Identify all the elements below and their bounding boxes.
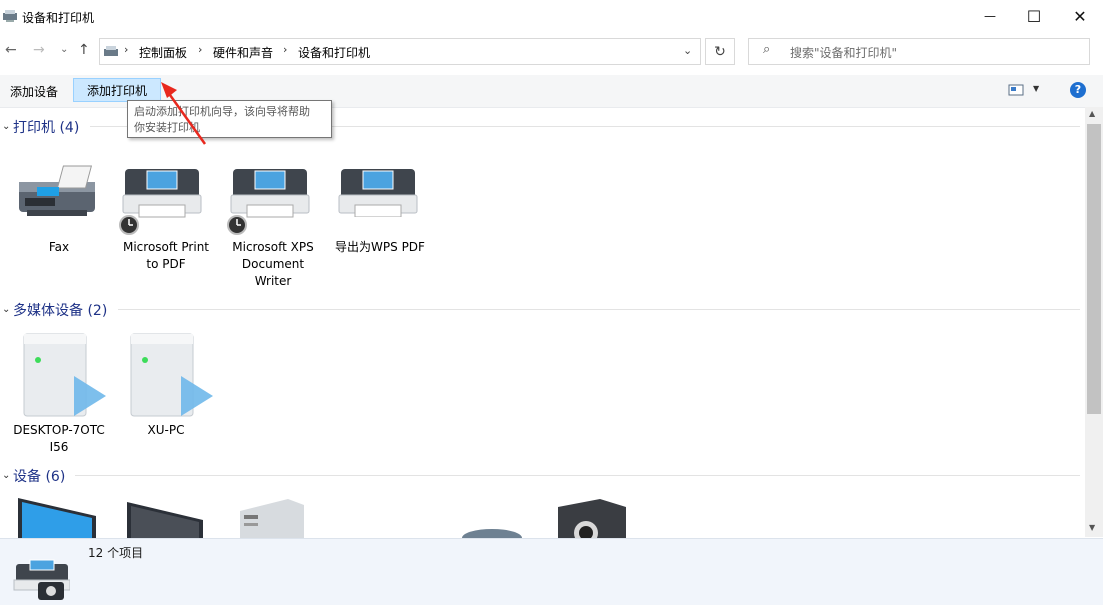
device-label-ms-xps: Microsoft XPS Document Writer — [232, 240, 314, 288]
scroll-up-icon[interactable]: ▲ — [1089, 109, 1095, 118]
scrollbar-thumb[interactable] — [1087, 124, 1101, 414]
chevron-right-icon[interactable]: › — [198, 43, 202, 56]
printer-icon[interactable] — [335, 165, 421, 217]
breadcrumb-devices-printers[interactable]: 设备和打印机 — [298, 44, 370, 61]
group-divider — [75, 475, 1080, 476]
maximize-button[interactable]: ☐ — [1011, 0, 1057, 32]
group-title-printers[interactable]: 打印机 (4) — [13, 117, 79, 137]
view-dropdown-icon[interactable]: ▼ — [1033, 84, 1039, 93]
devices-printers-icon — [3, 10, 17, 22]
device-label-wps-pdf: 导出为WPS PDF — [335, 240, 425, 254]
collapse-chevron-icon[interactable]: ⌄ — [2, 470, 10, 481]
annotation-arrow-icon — [161, 82, 207, 145]
search-placeholder: 搜索"设备和打印机" — [790, 46, 898, 60]
maximize-icon: ☐ — [1026, 6, 1042, 26]
chevron-right-icon[interactable]: › — [124, 43, 128, 56]
group-title-media[interactable]: 多媒体设备 (2) — [13, 300, 107, 320]
device-label-xu-pc: XU-PC — [147, 423, 185, 437]
breadcrumb-control-panel[interactable]: 控制面板 — [139, 44, 187, 61]
search-icon: ⌕ — [763, 42, 771, 57]
control-panel-icon — [104, 46, 118, 56]
mouse-icon[interactable] — [460, 528, 524, 538]
printer-icon[interactable] — [227, 165, 313, 237]
collapse-chevron-icon[interactable]: ⌄ — [2, 304, 10, 315]
up-arrow-icon[interactable]: ↑ — [78, 42, 90, 58]
minimize-button[interactable]: — — [967, 0, 1013, 32]
devices-printers-icon — [13, 559, 70, 600]
close-button[interactable]: ✕ — [1057, 0, 1103, 32]
item-count: 12 个项目 — [88, 546, 144, 560]
title-bar — [0, 0, 1103, 32]
monitor-icon[interactable] — [16, 496, 100, 538]
scroll-down-icon[interactable]: ▼ — [1089, 523, 1095, 532]
view-options-icon[interactable] — [1008, 84, 1024, 96]
breadcrumb-hardware-sound[interactable]: 硬件和声音 — [213, 44, 273, 61]
add-printer-label: 添加打印机 — [86, 83, 147, 98]
help-button[interactable]: ? — [1070, 82, 1086, 98]
monitor-icon[interactable] — [125, 500, 205, 538]
fax-icon[interactable] — [15, 160, 101, 222]
speaker-icon[interactable] — [556, 497, 628, 538]
refresh-icon: ↻ — [714, 43, 726, 60]
printer-icon[interactable] — [119, 165, 205, 237]
group-divider — [118, 309, 1080, 310]
back-arrow-icon[interactable]: ← — [5, 42, 17, 58]
device-label-desktop: DESKTOP-7OTC I56 — [13, 423, 105, 454]
media-server-icon[interactable] — [20, 330, 110, 422]
device-label-fax: Fax — [48, 240, 70, 254]
add-printer-button[interactable]: 添加打印机 — [73, 78, 161, 102]
forward-arrow-icon[interactable]: → — [33, 42, 45, 58]
address-bar[interactable] — [99, 38, 701, 65]
device-label-ms-print-pdf: Microsoft Print to PDF — [122, 240, 210, 271]
minimize-icon: — — [984, 9, 996, 23]
add-device-button[interactable]: 添加设备 — [10, 83, 58, 100]
refresh-button[interactable]: ↻ — [705, 38, 735, 65]
details-pane — [0, 538, 1103, 605]
close-icon: ✕ — [1073, 6, 1087, 26]
media-server-icon[interactable] — [127, 330, 217, 422]
computer-tower-icon[interactable] — [238, 497, 306, 538]
group-title-devices[interactable]: 设备 (6) — [13, 466, 65, 486]
window-title: 设备和打印机 — [22, 11, 95, 25]
recent-dropdown-icon[interactable]: ⌄ — [60, 44, 68, 55]
chevron-right-icon[interactable]: › — [283, 43, 287, 56]
collapse-chevron-icon[interactable]: ⌄ — [2, 121, 10, 132]
address-dropdown-icon[interactable]: ⌄ — [683, 44, 692, 57]
